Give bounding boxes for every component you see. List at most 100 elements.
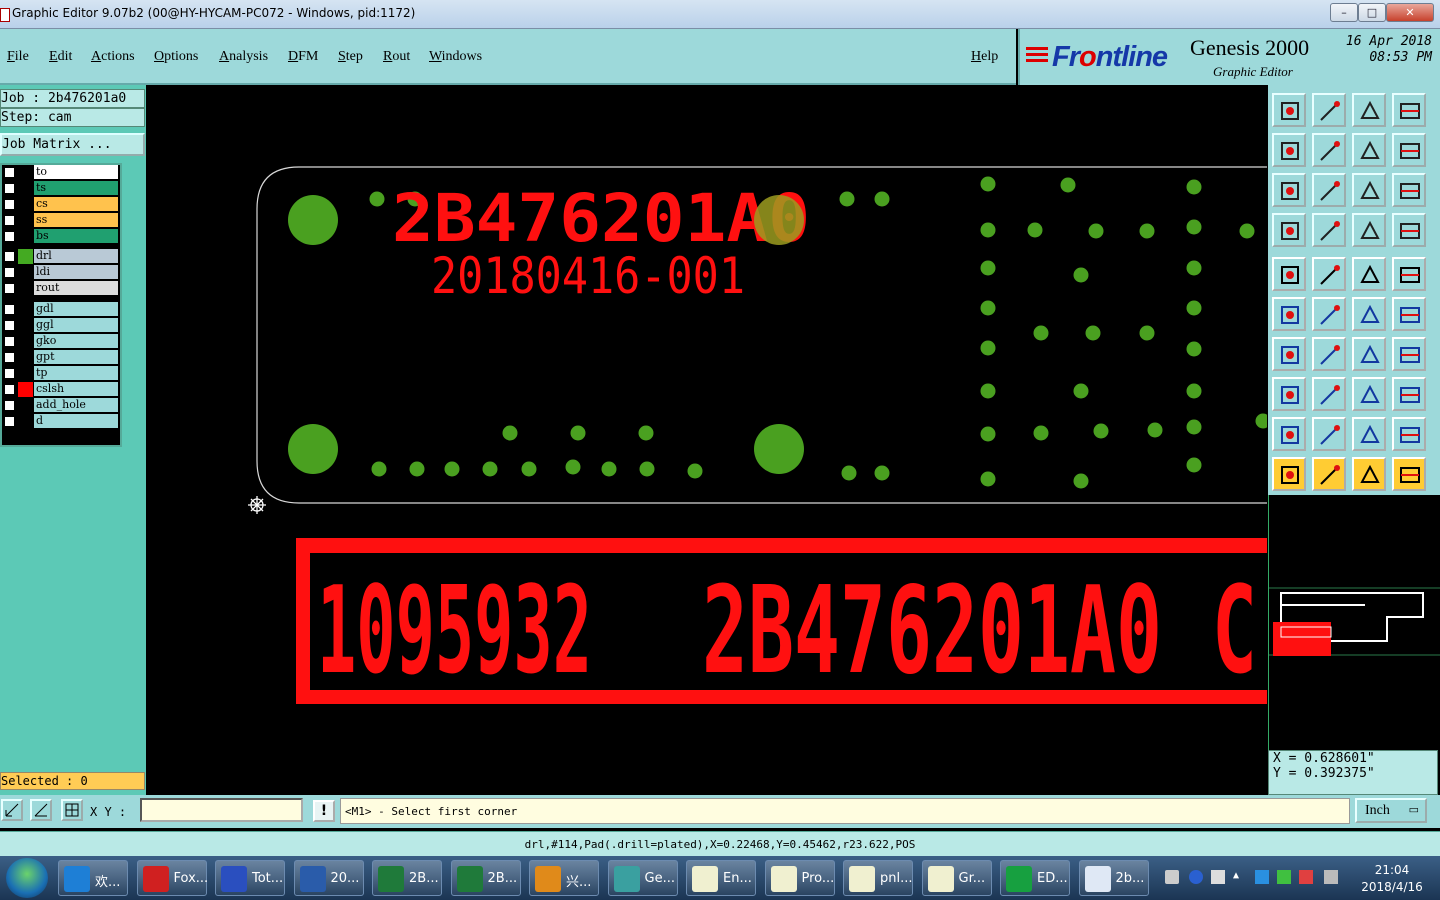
grid-icon[interactable] [1312,213,1346,247]
layer-color-swatch[interactable] [18,265,33,280]
taskbar-item-10[interactable]: pnl... [843,860,913,896]
layer-row-ldi[interactable]: ldi [2,265,120,280]
layer-row-d[interactable]: d [2,414,120,429]
layer-color-swatch[interactable] [18,414,33,429]
taskbar-item-2[interactable]: Tot... [215,860,285,896]
copy-icon[interactable] [1352,133,1386,167]
layer-checkbox[interactable] [4,183,15,194]
menu-help[interactable]: Help [971,49,998,65]
point-icon[interactable] [1392,297,1426,331]
menu-dfm[interactable]: DFM [288,49,318,65]
select-icon[interactable] [1312,457,1346,491]
layer-row-cs[interactable]: cs [2,197,120,212]
menu-windows[interactable]: Windows [429,49,482,65]
zoom-fit-icon[interactable] [1272,173,1306,207]
taskbar-item-12[interactable]: ED... [1000,860,1070,896]
system-clock[interactable]: 21:04 2018/4/16 [1352,862,1432,896]
circle-icon[interactable] [1392,257,1426,291]
layer-color-swatch[interactable] [18,334,33,349]
taskbar-item-11[interactable]: Gr... [921,860,992,896]
mirror-icon[interactable] [1392,337,1426,371]
menu-analysis[interactable]: Analysis [219,49,268,65]
save-icon[interactable] [1312,93,1346,127]
layer-checkbox[interactable] [4,384,15,395]
layer-color-swatch[interactable] [18,281,33,296]
close-button[interactable]: ✕ [1386,3,1434,22]
layer-checkbox[interactable] [4,167,15,178]
home-icon[interactable] [1352,93,1386,127]
window-icon[interactable] [1392,93,1426,127]
delta-line-icon[interactable] [1392,417,1426,451]
usb-tray-icon[interactable] [1211,870,1225,884]
angle-icon[interactable] [1272,337,1306,371]
open-icon[interactable] [1272,93,1306,127]
zoom-center-icon[interactable] [1312,173,1346,207]
layer-checkbox[interactable] [4,416,15,427]
layer-checkbox[interactable] [4,267,15,278]
layer-checkbox[interactable] [4,352,15,363]
layer-color-swatch[interactable] [18,366,33,381]
taskbar-item-7[interactable]: Ge... [607,860,678,896]
keyboard-tray-icon[interactable] [1165,870,1179,884]
layer-checkbox[interactable] [4,199,15,210]
move-icon[interactable] [1392,457,1426,491]
import-icon[interactable] [1272,133,1306,167]
layer-color-swatch[interactable] [18,302,33,317]
layer-checkbox[interactable] [4,251,15,262]
box-select-icon[interactable] [1352,457,1386,491]
layer-checkbox[interactable] [4,215,15,226]
dash-icon[interactable] [1312,377,1346,411]
taskbar-item-1[interactable]: Fox... [136,860,208,896]
layer-row-gdl[interactable]: gdl [2,302,120,317]
measure-icon[interactable] [30,799,52,821]
menu-file[interactable]: File [7,49,29,65]
app-icon[interactable] [0,8,10,22]
menu-step[interactable]: Step [338,49,363,65]
layer-swap-icon[interactable] [1392,213,1426,247]
layer-row-gpt[interactable]: gpt [2,350,120,365]
maximize-button[interactable]: □ [1358,3,1386,22]
step-icon[interactable] [1392,133,1426,167]
layer-row-ggl[interactable]: ggl [2,318,120,333]
layer-compare-icon[interactable] [1352,213,1386,247]
layer-row-to[interactable]: to [2,165,120,180]
exclamation-button[interactable]: ! [313,800,335,822]
node-icon[interactable] [1272,297,1306,331]
pointer-icon[interactable] [1272,457,1306,491]
layer-color-swatch[interactable] [18,398,33,413]
pcb-drawing[interactable]: 2B476201A0 20180416-001 1095932 2B476201… [147,85,1267,795]
layer-checkbox[interactable] [4,283,15,294]
cross-icon[interactable] [1312,297,1346,331]
taskbar-item-6[interactable]: 兴... [529,860,599,896]
start-button[interactable] [6,858,48,898]
layer-color-swatch[interactable] [18,382,33,397]
arc-point-icon[interactable] [1352,297,1386,331]
menu-edit[interactable]: Edit [49,49,72,65]
menu-rout[interactable]: Rout [383,49,410,65]
grid-node-icon[interactable] [1392,377,1426,411]
layer-checkbox[interactable] [4,231,15,242]
layer-row-cslsh[interactable]: cslsh [2,382,120,397]
delta-icon[interactable] [1352,417,1386,451]
layer-checkbox[interactable] [4,320,15,331]
layer-row-add_hole[interactable]: add_hole [2,398,120,413]
network-app-tray-icon[interactable] [1255,870,1269,884]
dimension-icon[interactable] [1352,377,1386,411]
minimize-button[interactable]: – [1330,3,1358,22]
taskbar-item-0[interactable]: 欢... [58,860,128,896]
taskbar-item-4[interactable]: 2B... [372,860,442,896]
pad-icon[interactable] [1272,257,1306,291]
layer-row-tp[interactable]: tp [2,366,120,381]
window-title-bar[interactable]: Graphic Editor 9.07b2 (00@HY-HYCAM-PC072… [0,0,1440,29]
layer-checkbox[interactable] [4,336,15,347]
layer-checkbox[interactable] [4,368,15,379]
show-hidden-icon[interactable]: ▲ [1233,870,1247,884]
layer-row-drl[interactable]: drl [2,249,120,264]
triangle-icon[interactable] [1272,417,1306,451]
sync-tray-icon[interactable] [1277,870,1291,884]
layer-row-gko[interactable]: gko [2,334,120,349]
help-icon[interactable] [1392,173,1426,207]
security-tray-icon[interactable] [1299,870,1313,884]
xy-input[interactable] [140,798,303,822]
taskbar-item-13[interactable]: 2b... [1078,860,1149,896]
